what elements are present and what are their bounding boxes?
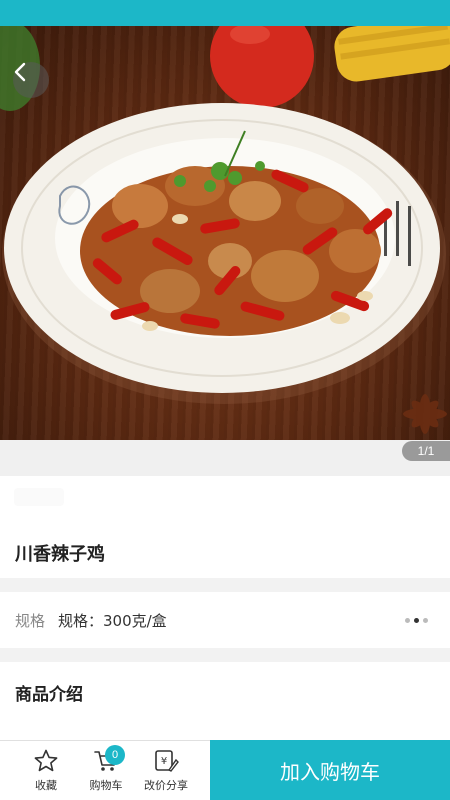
svg-text:¥: ¥: [161, 756, 167, 767]
placeholder-block: [14, 488, 64, 506]
gallery-footer: [0, 440, 450, 476]
intro-title: 商品介绍: [15, 685, 83, 705]
spec-value: 规格：300克/盒: [58, 612, 167, 630]
status-bar: [0, 0, 450, 26]
favorite-label: 收藏: [35, 779, 57, 792]
star-icon: [34, 749, 58, 772]
corn: [334, 26, 450, 82]
back-button[interactable]: [13, 62, 49, 98]
star-anise: [403, 394, 447, 434]
dot: [405, 618, 410, 623]
share-label: 改价分享: [144, 779, 188, 792]
more-options-dots[interactable]: [405, 618, 428, 623]
favorite-button[interactable]: 收藏: [16, 748, 76, 798]
image-counter: 1/1: [402, 441, 450, 461]
product-image: [0, 26, 450, 440]
share-button[interactable]: ¥ 改价分享: [136, 748, 196, 798]
add-to-cart-button[interactable]: 加入购物车: [210, 740, 450, 800]
product-title: 川香辣子鸡: [15, 544, 105, 565]
spec-label: 规格: [15, 612, 46, 630]
back-arrow-icon: [14, 62, 26, 82]
dot: [423, 618, 428, 623]
cart-count-badge: 0: [105, 745, 125, 765]
cart-label: 购物车: [89, 779, 123, 792]
price-edit-icon: ¥: [155, 750, 179, 772]
dish-illustration: [0, 26, 450, 434]
dot-active: [414, 618, 419, 623]
